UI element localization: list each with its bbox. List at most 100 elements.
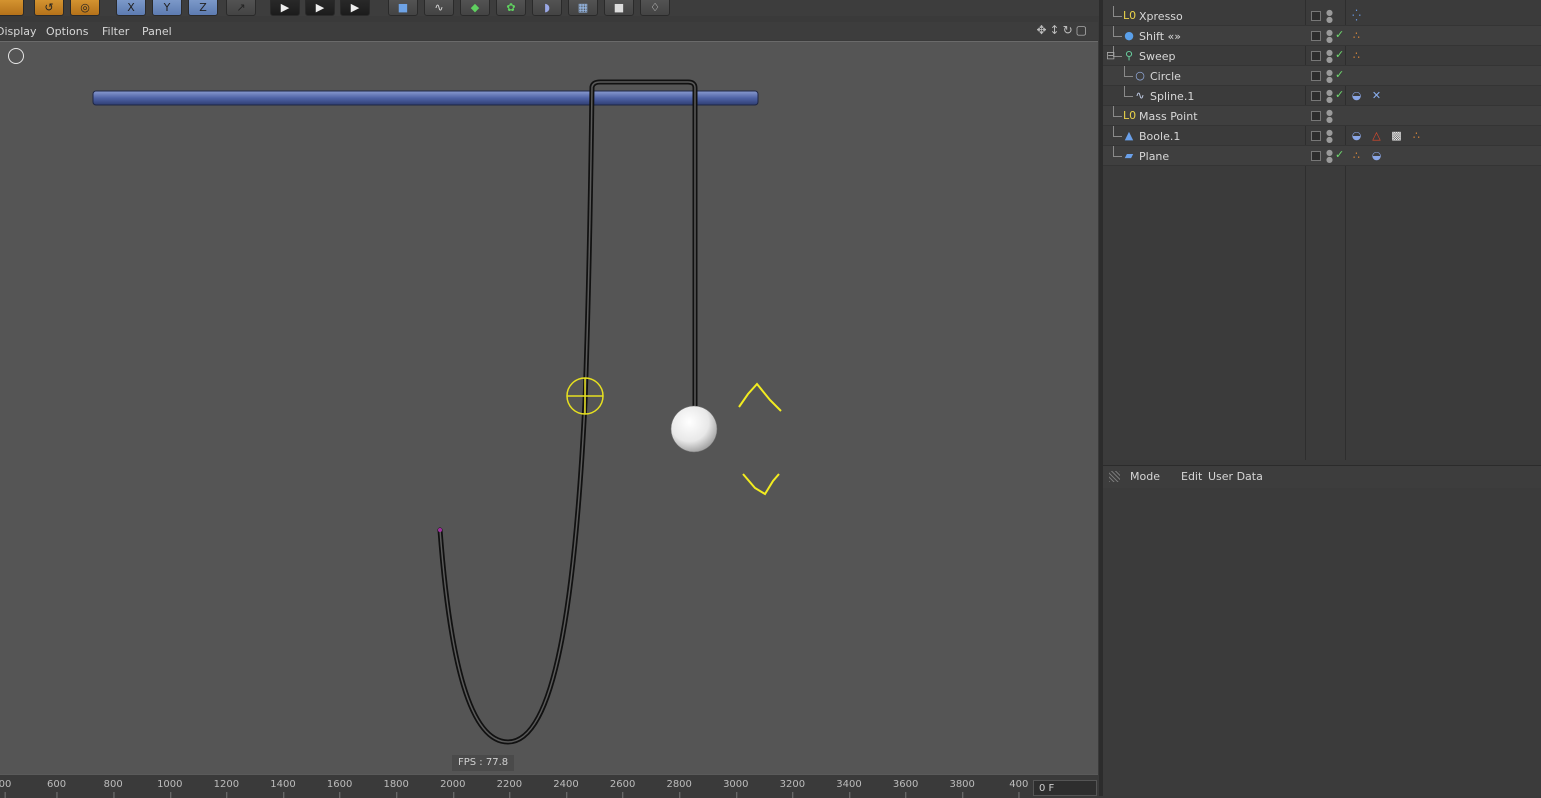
object-row[interactable]: L0 Mass Point ● ● [1103,106,1541,126]
timeline-ruler[interactable]: 00 600 800 1000 1200 1400 1600 1800 2000 2200 2400… [0,774,1098,798]
render-picture-viewer-icon[interactable]: ▶ [305,0,335,16]
warning-tag-icon[interactable]: △ [1370,129,1383,142]
sweep-icon: ⚲ [1124,49,1134,62]
undo-icon[interactable]: ↺ [34,0,64,16]
x-axis-lock-icon[interactable]: X [116,0,146,16]
light-icon[interactable]: ♢ [640,0,670,16]
material-tag-icon[interactable]: ∴ [1350,149,1363,162]
z-axis-lock-icon[interactable]: Z [188,0,218,16]
layer-toggle[interactable] [1311,11,1321,21]
visibility-dots-icon[interactable]: ● ● [1326,49,1333,64]
move-view-icon[interactable]: ✥ [1036,23,1049,37]
object-row[interactable]: ∿ Spline.1 ● ● ✓ ◒ ✕ [1103,86,1541,106]
visibility-dots-icon[interactable]: ● ● [1326,129,1333,144]
menu-user-data[interactable]: User Data [1208,470,1263,483]
object-name[interactable]: Sweep [1139,50,1176,63]
rotate-view-icon[interactable]: ↻ [1063,23,1076,37]
timeline-tick: 3000 [723,779,749,798]
material-tag-icon[interactable]: ∴ [1410,129,1423,142]
menu-options[interactable]: Options [46,25,88,38]
visibility-dots-icon[interactable]: ● ● [1326,89,1333,104]
render-view-icon[interactable]: ▶ [270,0,300,16]
enabled-check-icon[interactable]: ✓ [1335,28,1344,41]
enabled-check-icon[interactable]: ✓ [1335,68,1344,81]
enabled-check-icon[interactable]: ✓ [1335,88,1344,101]
object-row[interactable]: ⊟ ⚲ Sweep ● ● ✓ ∴ [1103,46,1541,66]
object-name[interactable]: Circle [1150,70,1181,83]
visibility-dots-icon[interactable]: ● ● [1326,109,1333,124]
layer-toggle[interactable] [1311,51,1321,61]
layer-toggle[interactable] [1311,91,1321,101]
shift-arrow-down [742,473,780,496]
toggle-view-icon[interactable]: ▢ [1076,23,1090,37]
deformer-icon[interactable]: ◗ [532,0,562,16]
enabled-check-icon[interactable]: ✓ [1335,48,1344,61]
object-name[interactable]: Spline.1 [1150,90,1194,103]
pin-tag-icon[interactable]: ✕ [1370,89,1383,102]
array-icon[interactable]: ✿ [496,0,526,16]
expand-toggle-icon[interactable]: ⊟ [1106,49,1115,62]
object-row[interactable]: ▰ Plane ● ● ✓ ∴ ◒ [1103,146,1541,166]
object-manager: L0 Xpresso ● ● ⁛ ● Shift «» ● ● ✓ ∴ ⊟ ⚲ Sweep ● ● ✓ ∴ ○ Cir… [1103,0,1541,460]
phong-tag-icon[interactable]: ◒ [1350,89,1363,102]
timeline-tick: 600 [47,779,67,798]
timeline-tick: 1800 [383,779,409,798]
dolly-view-icon[interactable]: ↕ [1050,23,1063,37]
layer-toggle[interactable] [1311,151,1321,161]
timeline-tick: 3200 [779,779,806,798]
layer-toggle[interactable] [1311,71,1321,81]
plane-icon: ▰ [1124,149,1134,162]
timeline-tick: 1600 [326,779,353,798]
timeline-tick: 2400 [553,779,579,798]
phong-tag-icon[interactable]: ◒ [1370,149,1383,162]
layer-toggle[interactable] [1311,131,1321,141]
menu-panel[interactable]: Panel [142,25,172,38]
object-name[interactable]: Shift «» [1139,30,1181,43]
checker-material-icon[interactable]: ▩ [1390,129,1403,142]
current-frame-field[interactable]: 0 F [1033,780,1097,796]
render-settings-icon[interactable]: ▶ [340,0,370,16]
panel-grip-icon[interactable] [1109,471,1120,482]
visibility-dots-icon[interactable]: ● ● [1326,29,1333,44]
live-select-icon[interactable]: ◎ [70,0,100,16]
visibility-dots-icon[interactable]: ● ● [1326,149,1333,164]
menu-mode[interactable]: Mode [1130,470,1160,483]
phong-tag-icon[interactable]: ◒ [1350,129,1363,142]
material-tag-icon[interactable]: ∴ [1350,49,1363,62]
timeline-tick: 1400 [270,779,296,798]
enabled-check-icon[interactable]: ✓ [1335,148,1344,161]
object-name[interactable]: Xpresso [1139,10,1183,23]
object-name[interactable]: Plane [1139,150,1169,163]
layer-toggle[interactable] [1311,111,1321,121]
object-row[interactable]: ○ Circle ● ● ✓ [1103,66,1541,86]
timeline-tick: 400 [1009,779,1029,798]
menu-filter[interactable]: Filter [102,25,129,38]
xpresso-tag-icon[interactable]: ⁛ [1350,9,1363,22]
object-row[interactable]: ● Shift «» ● ● ✓ ∴ [1103,26,1541,46]
y-axis-lock-icon[interactable]: Y [152,0,182,16]
subdivision-icon[interactable]: ◆ [460,0,490,16]
timeline-tick: 1000 [157,779,183,798]
object-row[interactable]: L0 Xpresso ● ● ⁛ [1103,6,1541,26]
coordinate-system-icon[interactable]: ↗ [226,0,256,16]
cube-icon[interactable]: ■ [388,0,418,16]
attribute-manager-body [1103,488,1541,796]
material-tag-icon[interactable]: ∴ [1350,29,1363,42]
camera-icon[interactable]: ■ [604,0,634,16]
layer-toggle[interactable] [1311,31,1321,41]
blue-bar [92,90,759,106]
floor-icon[interactable]: ▦ [568,0,598,16]
visibility-dots-icon[interactable]: ● ● [1326,9,1333,24]
timeline-tick: 00 [0,779,12,798]
object-name[interactable]: Mass Point [1139,110,1198,123]
menu-display[interactable]: Display [0,25,37,38]
layout-icon[interactable] [0,0,24,16]
circle-spline-icon: ○ [1135,69,1145,82]
visibility-dots-icon[interactable]: ● ● [1326,69,1333,84]
3d-viewport[interactable]: FPS : 77.8 [0,41,1098,774]
object-row[interactable]: ▲ Boole.1 ● ● ◒ △ ▩ ∴ [1103,126,1541,146]
spline-pen-icon[interactable]: ∿ [424,0,454,16]
object-name[interactable]: Boole.1 [1139,130,1180,143]
viewport-menubar: Display Options Filter Panel ✥↕↻▢ [0,22,1098,40]
menu-edit[interactable]: Edit [1181,470,1202,483]
